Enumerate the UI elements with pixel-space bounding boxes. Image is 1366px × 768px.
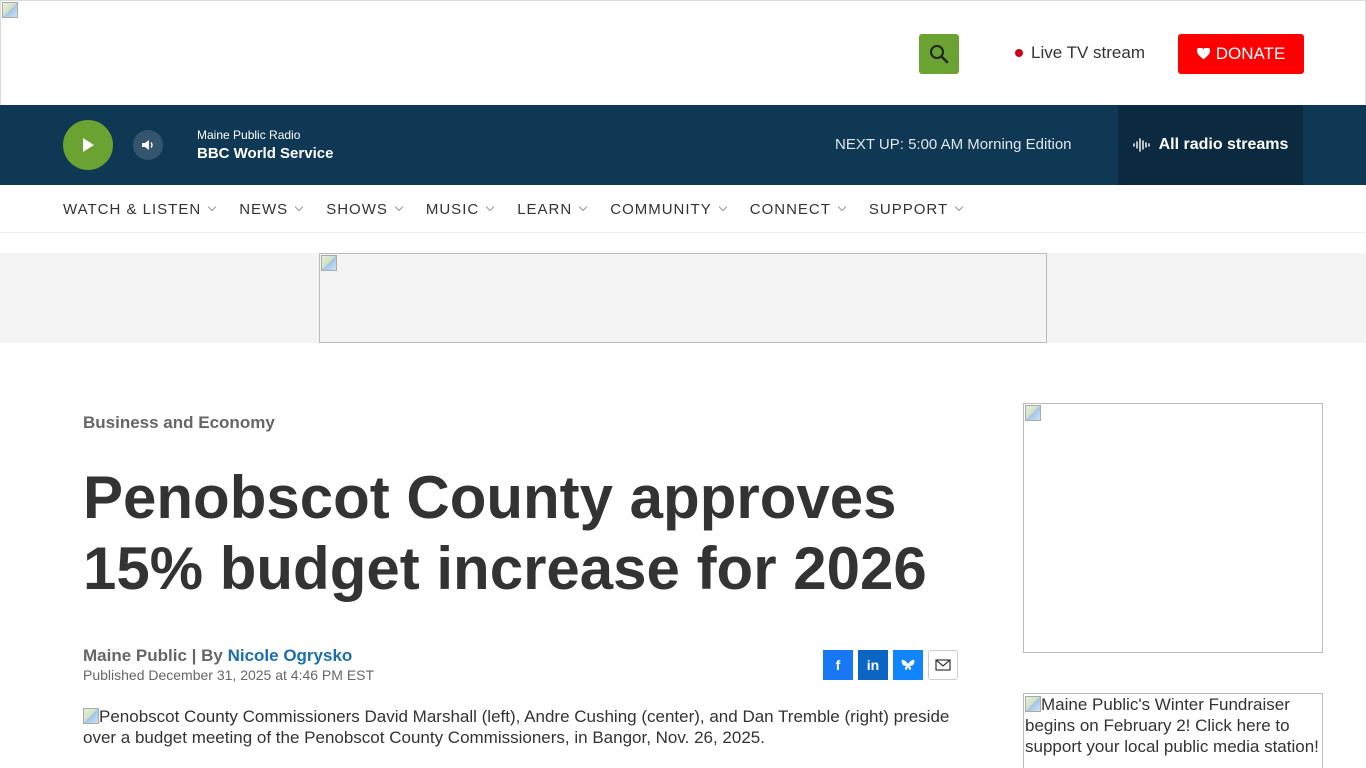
fundraiser-promo-alt-text: Maine Public's Winter Fundraiser begins … — [1025, 695, 1319, 756]
speaker-icon — [142, 140, 153, 150]
bluesky-icon — [901, 659, 915, 670]
share-facebook-button[interactable]: f — [823, 650, 853, 680]
station-name: Maine Public Radio — [197, 128, 301, 142]
nav-item-label: WATCH & LISTEN — [63, 200, 202, 218]
article-byline: Maine Public | By Nicole Ogrysko — [83, 646, 352, 666]
nav-item-label: SHOWS — [326, 200, 388, 218]
ad-band — [0, 253, 1366, 343]
article-photo-alt-text: Penobscot County Commissioners David Mar… — [83, 707, 950, 747]
donate-label: DONATE — [1215, 44, 1286, 63]
audio-wave-icon — [1132, 138, 1150, 152]
top-header: Live TV stream DONATE — [0, 0, 1366, 105]
nav-item-label: CONNECT — [749, 200, 831, 218]
now-playing-title: BBC World Service — [197, 145, 334, 162]
share-buttons: f in — [823, 650, 958, 680]
nav-item-label: COMMUNITY — [610, 200, 712, 218]
broken-image-icon — [321, 255, 337, 271]
radio-player-bar: Maine Public Radio BBC World Service NEX… — [0, 105, 1366, 185]
volume-button[interactable] — [133, 130, 163, 160]
live-tv-stream-link[interactable]: Live TV stream — [1015, 43, 1145, 63]
chevron-down-icon — [294, 202, 304, 212]
nav-item-news[interactable]: NEWS — [239, 200, 304, 218]
broken-image-icon — [1025, 696, 1041, 712]
share-linkedin-button[interactable]: in — [858, 650, 888, 680]
broken-image-icon — [83, 708, 99, 724]
author-link[interactable]: Nicole Ogrysko — [228, 646, 353, 665]
chevron-down-icon — [394, 202, 404, 212]
chevron-down-icon — [954, 202, 964, 212]
site-logo[interactable] — [2, 2, 20, 20]
chevron-down-icon — [207, 202, 217, 212]
nav-list: WATCH & LISTEN NEWS SHOWS MUSIC LEARN CO… — [63, 185, 986, 233]
all-radio-streams-label: All radio streams — [1158, 136, 1289, 153]
article-category-link[interactable]: Business and Economy — [83, 413, 275, 433]
published-date: Published December 31, 2025 at 4:46 PM E… — [83, 667, 375, 683]
donate-button[interactable]: DONATE — [1178, 34, 1304, 74]
chevron-down-icon — [837, 202, 847, 212]
nav-item-label: SUPPORT — [868, 200, 949, 218]
nav-item-watch-listen[interactable]: WATCH & LISTEN — [63, 200, 217, 218]
broken-image-icon — [2, 2, 18, 18]
live-tv-label: Live TV stream — [1031, 43, 1146, 62]
fundraiser-promo[interactable]: Maine Public's Winter Fundraiser begins … — [1023, 693, 1323, 768]
chevron-down-icon — [718, 202, 727, 212]
article-headline: Penobscot County approves 15% budget inc… — [83, 464, 927, 602]
broken-image-icon — [1025, 405, 1041, 421]
facebook-icon: f — [835, 657, 841, 673]
nav-item-community[interactable]: COMMUNITY — [610, 200, 727, 218]
chevron-down-icon — [485, 202, 495, 212]
nav-item-shows[interactable]: SHOWS — [326, 200, 404, 218]
live-dot-icon — [1015, 49, 1023, 57]
play-icon — [83, 138, 94, 152]
play-button[interactable] — [63, 120, 113, 170]
nav-item-label: MUSIC — [425, 200, 480, 218]
byline-source: Maine Public | By — [83, 646, 228, 665]
nav-item-support[interactable]: SUPPORT — [868, 200, 964, 218]
nav-item-label: NEWS — [239, 200, 289, 218]
search-icon — [930, 45, 949, 64]
next-up-text: NEXT UP: 5:00 AM Morning Edition — [835, 136, 1072, 153]
nav-item-learn[interactable]: LEARN — [517, 200, 588, 218]
heart-icon — [1196, 48, 1210, 60]
share-email-button[interactable] — [928, 650, 958, 680]
email-icon — [935, 659, 951, 671]
article-photo: Penobscot County Commissioners David Mar… — [83, 706, 963, 748]
chevron-down-icon — [578, 202, 588, 212]
nav-item-connect[interactable]: CONNECT — [749, 200, 847, 218]
share-bluesky-button[interactable] — [893, 650, 923, 680]
sidebar-ad[interactable] — [1023, 403, 1323, 653]
nav-item-music[interactable]: MUSIC — [425, 200, 495, 218]
main-nav: WATCH & LISTEN NEWS SHOWS MUSIC LEARN CO… — [0, 185, 1366, 233]
leaderboard-ad[interactable] — [319, 253, 1047, 343]
linkedin-icon: in — [866, 657, 880, 673]
search-button[interactable] — [919, 34, 959, 74]
all-radio-streams-button[interactable]: All radio streams — [1118, 105, 1303, 185]
nav-item-label: LEARN — [517, 200, 573, 218]
